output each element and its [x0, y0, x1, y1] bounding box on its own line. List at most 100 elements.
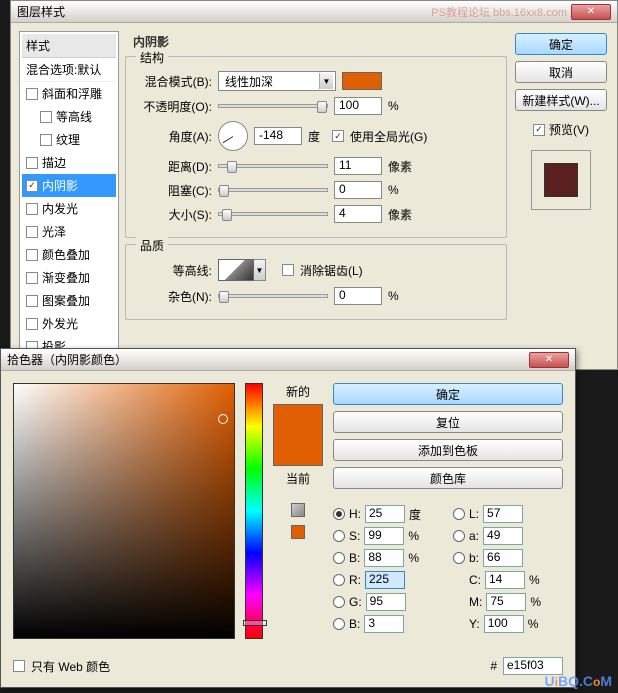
style-item[interactable]: 图案叠加 [22, 289, 116, 312]
a-input[interactable]: 49 [483, 527, 523, 545]
style-checkbox[interactable] [26, 180, 38, 192]
c-input[interactable]: 14 [485, 571, 525, 589]
color-model-grid: H:25度 L:57 S:99% a:49 B:88% b:66 R:225 C… [333, 505, 563, 633]
g-input[interactable]: 95 [366, 593, 406, 611]
r-input[interactable]: 225 [365, 571, 405, 589]
noise-slider[interactable] [218, 294, 328, 298]
style-item[interactable]: 渐变叠加 [22, 266, 116, 289]
style-label: 纹理 [56, 131, 80, 148]
radio-l[interactable] [453, 508, 465, 520]
style-label: 内发光 [42, 200, 78, 217]
style-checkbox[interactable] [26, 272, 38, 284]
radio-bc[interactable] [333, 618, 345, 630]
new-color-swatch[interactable] [274, 405, 322, 435]
style-item[interactable]: 外发光 [22, 312, 116, 335]
style-item[interactable]: 等高线 [22, 105, 116, 128]
picker-reset-button[interactable]: 复位 [333, 411, 563, 433]
distance-input[interactable]: 11 [334, 157, 382, 175]
preview-checkbox[interactable] [533, 124, 545, 136]
radio-h[interactable] [333, 508, 345, 520]
contour-picker[interactable] [218, 259, 254, 281]
y-input[interactable]: 100 [484, 615, 524, 633]
picker-ok-button[interactable]: 确定 [333, 383, 563, 405]
radio-bv[interactable] [333, 552, 345, 564]
color-library-button[interactable]: 颜色库 [333, 467, 563, 489]
color-field[interactable] [13, 383, 235, 639]
blend-mode-dropdown[interactable]: 线性加深 ▼ [218, 71, 336, 91]
style-item[interactable]: 纹理 [22, 128, 116, 151]
l-input[interactable]: 57 [483, 505, 523, 523]
pixels-unit: 像素 [388, 206, 418, 223]
current-color-swatch[interactable] [274, 435, 322, 465]
cube-icon[interactable] [291, 503, 305, 517]
s-unit: % [408, 529, 419, 543]
b2-input[interactable]: 66 [483, 549, 523, 567]
cancel-button[interactable]: 取消 [515, 61, 607, 83]
bc-input[interactable]: 3 [364, 615, 404, 633]
contour-label: 等高线: [136, 262, 212, 279]
ok-button[interactable]: 确定 [515, 33, 607, 55]
style-item[interactable]: 斜面和浮雕 [22, 82, 116, 105]
opacity-input[interactable]: 100 [334, 97, 382, 115]
close-button[interactable]: ✕ [529, 352, 569, 368]
s-input[interactable]: 99 [364, 527, 404, 545]
radio-g[interactable] [333, 596, 345, 608]
styles-header[interactable]: 样式 [22, 34, 116, 58]
layer-style-dialog: 图层样式 PS教程论坛 bbs.16xx8.com ✕ 样式 混合选项:默认 斜… [10, 0, 618, 370]
blend-options-item[interactable]: 混合选项:默认 [22, 58, 116, 82]
style-item[interactable]: 内阴影 [22, 174, 116, 197]
new-style-button[interactable]: 新建样式(W)... [515, 89, 607, 111]
angle-dial[interactable] [218, 121, 248, 151]
web-only-checkbox[interactable] [13, 660, 25, 672]
noise-input[interactable]: 0 [334, 287, 382, 305]
radio-s[interactable] [333, 530, 345, 542]
bc-label: B: [349, 617, 360, 631]
h-input[interactable]: 25 [365, 505, 405, 523]
style-checkbox[interactable] [26, 249, 38, 261]
radio-r[interactable] [333, 574, 345, 586]
choke-label: 阻塞(C): [136, 182, 212, 199]
style-checkbox[interactable] [40, 134, 52, 146]
blend-mode-label: 混合模式(B): [136, 73, 212, 90]
web-only-label: 只有 Web 颜色 [31, 658, 110, 675]
panel-title: 内阴影 [133, 33, 507, 50]
close-button[interactable]: ✕ [571, 4, 611, 20]
global-light-checkbox[interactable] [332, 130, 344, 142]
color-swatch[interactable] [342, 72, 382, 90]
style-checkbox[interactable] [26, 318, 38, 330]
m-input[interactable]: 75 [486, 593, 526, 611]
style-checkbox[interactable] [26, 88, 38, 100]
titlebar[interactable]: 图层样式 PS教程论坛 bbs.16xx8.com ✕ [11, 1, 617, 23]
bv-unit: % [408, 551, 419, 565]
size-input[interactable]: 4 [334, 205, 382, 223]
hue-slider[interactable] [245, 383, 263, 639]
style-item[interactable]: 光泽 [22, 220, 116, 243]
style-checkbox[interactable] [26, 226, 38, 238]
choke-slider[interactable] [218, 188, 328, 192]
style-checkbox[interactable] [26, 157, 38, 169]
percent-unit: % [388, 99, 418, 113]
angle-input[interactable]: -148 [254, 127, 302, 145]
chevron-down-icon: ▼ [319, 73, 333, 89]
s-label: S: [349, 529, 360, 543]
distance-slider[interactable] [218, 164, 328, 168]
styles-list: 样式 混合选项:默认 斜面和浮雕等高线纹理描边内阴影内发光光泽颜色叠加渐变叠加图… [19, 31, 119, 361]
style-item[interactable]: 颜色叠加 [22, 243, 116, 266]
choke-input[interactable]: 0 [334, 181, 382, 199]
radio-a[interactable] [453, 530, 465, 542]
style-checkbox[interactable] [40, 111, 52, 123]
size-slider[interactable] [218, 212, 328, 216]
picker-titlebar[interactable]: 拾色器（内阴影颜色） ✕ [1, 349, 575, 371]
watermark: UiBQ.CoM [545, 673, 612, 689]
add-swatch-button[interactable]: 添加到色板 [333, 439, 563, 461]
mini-swatch[interactable] [291, 525, 305, 539]
bv-input[interactable]: 88 [364, 549, 404, 567]
style-item[interactable]: 内发光 [22, 197, 116, 220]
opacity-slider[interactable] [218, 104, 328, 108]
chevron-down-icon[interactable]: ▼ [254, 259, 266, 281]
style-item[interactable]: 描边 [22, 151, 116, 174]
antialias-checkbox[interactable] [282, 264, 294, 276]
style-checkbox[interactable] [26, 295, 38, 307]
style-checkbox[interactable] [26, 203, 38, 215]
radio-b2[interactable] [453, 552, 465, 564]
